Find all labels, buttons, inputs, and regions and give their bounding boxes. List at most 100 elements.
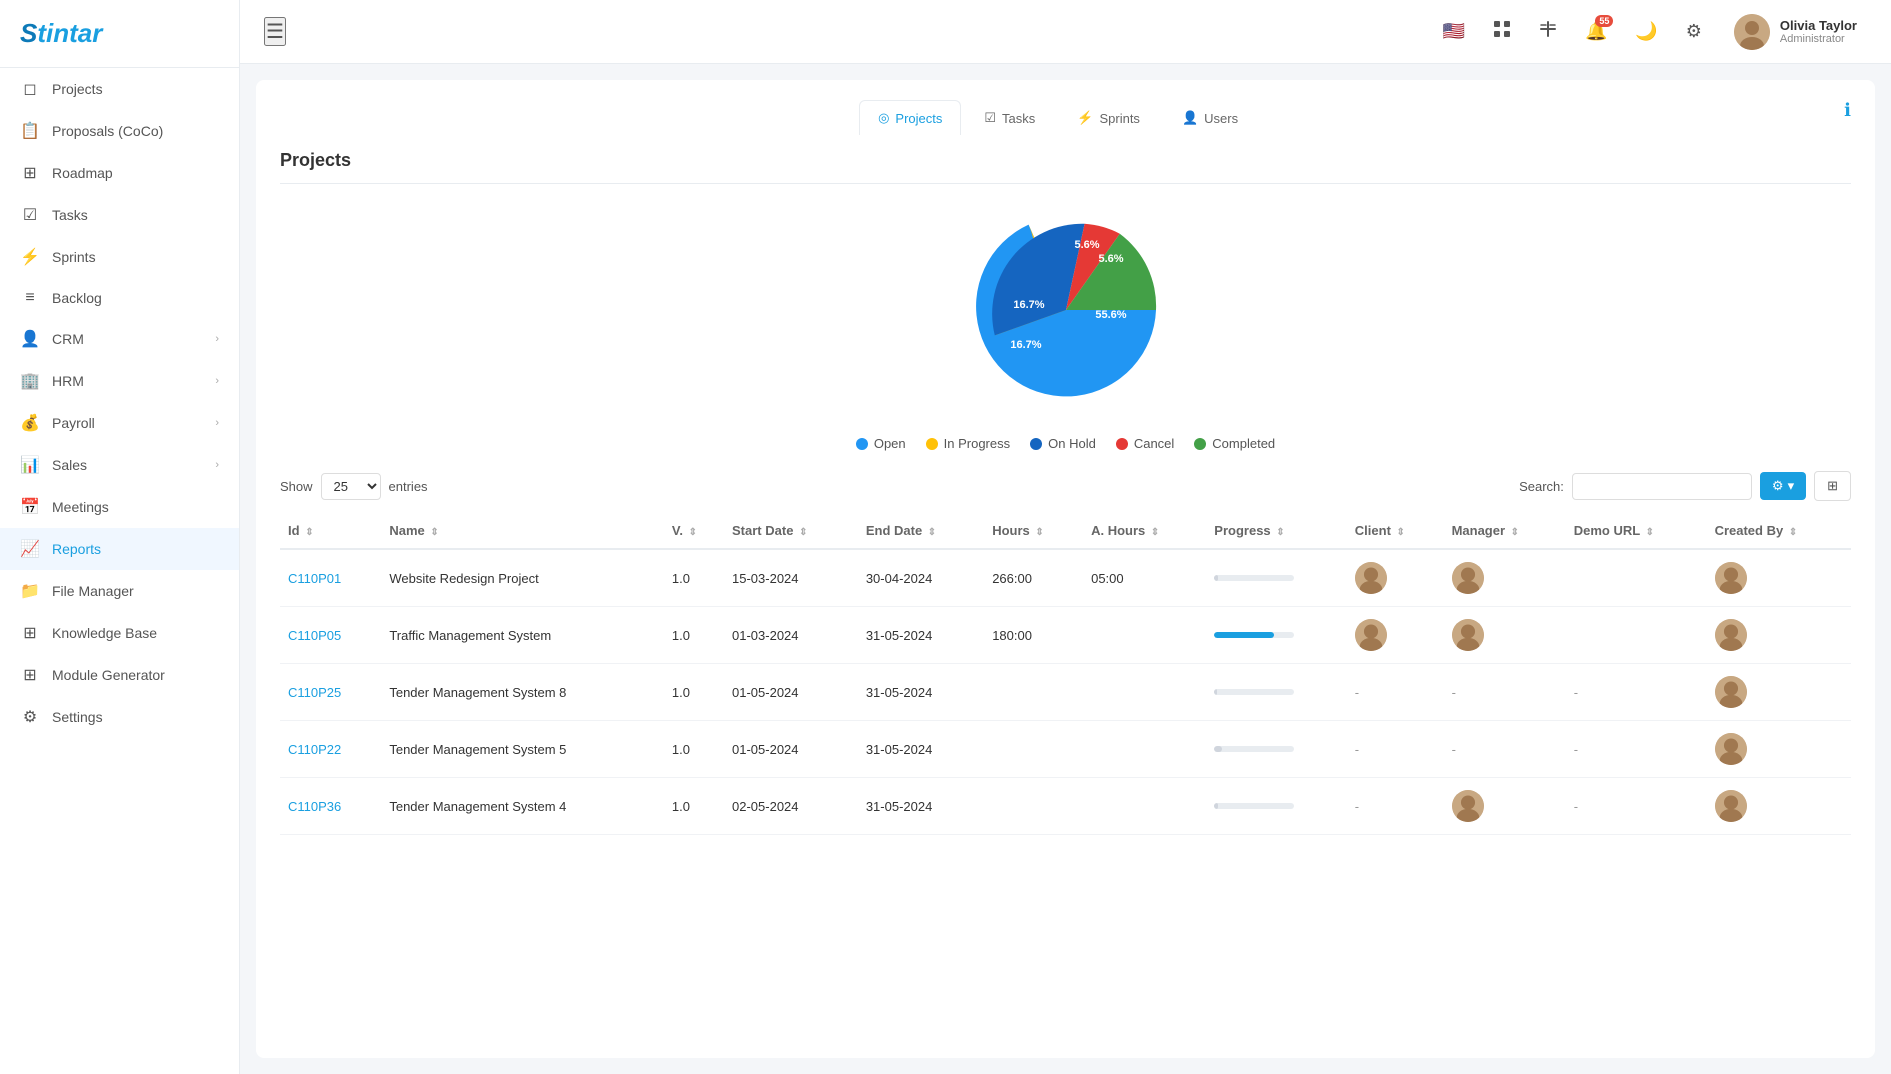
logo: Stintar (0, 0, 239, 68)
sidebar-item-meetings[interactable]: 📅 Meetings (0, 486, 239, 528)
sidebar-item-crm[interactable]: 👤 CRM › (0, 318, 239, 360)
user-profile[interactable]: Olivia Taylor Administrator (1724, 8, 1867, 56)
sort-start-icon: ⇕ (799, 527, 807, 538)
avatar (1734, 14, 1770, 50)
search-input[interactable] (1572, 473, 1752, 500)
tabs-container: ◎ Projects ☑ Tasks ⚡ Sprints 👤 Users (280, 100, 1836, 134)
created-by-avatar (1715, 790, 1747, 822)
sidebar-item-payroll[interactable]: 💰 Payroll › (0, 402, 239, 444)
sidebar-item-sprints[interactable]: ⚡ Sprints (0, 236, 239, 278)
tab-sprints[interactable]: ⚡ Sprints (1058, 100, 1159, 135)
proposals-icon: 📋 (20, 121, 40, 141)
table-controls: Show 25 50 100 entries Search: ⚙ ▾ ⊞ (280, 471, 1851, 501)
crm-chevron: › (215, 333, 219, 345)
manager-avatar (1452, 619, 1484, 651)
tab-users[interactable]: 👤 Users (1163, 100, 1257, 135)
col-manager[interactable]: Manager ⇕ (1444, 513, 1566, 549)
created-by-avatar (1715, 733, 1747, 765)
table-row: C110P01 Website Redesign Project 1.0 15-… (280, 549, 1851, 607)
cell-hours (984, 664, 1083, 721)
apps-icon[interactable] (1487, 14, 1517, 49)
col-a-hours[interactable]: A. Hours ⇕ (1083, 513, 1206, 549)
hrm-icon: 🏢 (20, 371, 40, 391)
col-hours[interactable]: Hours ⇕ (984, 513, 1083, 549)
legend-cancel: Cancel (1116, 436, 1174, 451)
legend-dot-in-progress (926, 438, 938, 450)
sidebar-item-file-manager[interactable]: 📁 File Manager (0, 570, 239, 612)
sidebar-item-projects[interactable]: ◻ Projects (0, 68, 239, 110)
filter-button[interactable]: ⚙ ▾ (1760, 472, 1806, 500)
sidebar-item-knowledge-base[interactable]: ⊞ Knowledge Base (0, 612, 239, 654)
cell-progress (1206, 607, 1346, 664)
cell-id: C110P22 (280, 721, 381, 778)
legend-completed: Completed (1194, 436, 1275, 451)
sidebar-item-module-generator[interactable]: ⊞ Module Generator (0, 654, 239, 696)
language-selector[interactable]: 🇺🇸 (1437, 15, 1471, 48)
tab-users-icon: 👤 (1182, 110, 1198, 126)
progress-bar-container (1214, 632, 1294, 638)
cell-created-by (1707, 721, 1851, 778)
project-id-link[interactable]: C110P22 (288, 742, 341, 757)
col-created-by[interactable]: Created By ⇕ (1707, 513, 1851, 549)
show-entries-select[interactable]: 25 50 100 (321, 473, 381, 500)
chart-container: 55.6% 16.7% 16.7% 5.6% 5.6% Open In Prog… (280, 200, 1851, 451)
add-icon[interactable] (1533, 14, 1563, 49)
export-button[interactable]: ⊞ (1814, 471, 1851, 501)
sidebar-nav: ◻ Projects 📋 Proposals (CoCo) ⊞ Roadmap … (0, 68, 239, 738)
cell-hours (984, 778, 1083, 835)
notifications-icon[interactable]: 🔔 55 (1579, 15, 1613, 48)
sidebar-item-backlog[interactable]: ≡ Backlog (0, 278, 239, 318)
cell-ahours (1083, 664, 1206, 721)
legend-on-hold: On Hold (1030, 436, 1096, 451)
col-progress[interactable]: Progress ⇕ (1206, 513, 1346, 549)
tab-projects[interactable]: ◎ Projects (859, 100, 961, 135)
col-demo-url[interactable]: Demo URL ⇕ (1566, 513, 1707, 549)
settings-gear-icon[interactable]: ⚙ (1680, 15, 1708, 48)
client-dash: - (1355, 685, 1359, 700)
cell-hours: 266:00 (984, 549, 1083, 607)
legend-dot-on-hold (1030, 438, 1042, 450)
logo-text: Stintar (20, 18, 219, 49)
col-version[interactable]: V. ⇕ (664, 513, 724, 549)
sidebar-item-sales[interactable]: 📊 Sales › (0, 444, 239, 486)
project-id-link[interactable]: C110P25 (288, 685, 341, 700)
cell-end: 31-05-2024 (858, 721, 984, 778)
col-end-date[interactable]: End Date ⇕ (858, 513, 984, 549)
info-icon[interactable]: ℹ (1844, 100, 1851, 121)
col-start-date[interactable]: Start Date ⇕ (724, 513, 858, 549)
sidebar-item-reports[interactable]: 📈 Reports (0, 528, 239, 570)
col-name[interactable]: Name ⇕ (381, 513, 664, 549)
project-id-link[interactable]: C110P36 (288, 799, 341, 814)
progress-bar (1214, 746, 1222, 752)
table-row: C110P36 Tender Management System 4 1.0 0… (280, 778, 1851, 835)
progress-bar (1214, 689, 1216, 695)
cell-progress (1206, 664, 1346, 721)
tab-tasks[interactable]: ☑ Tasks (965, 100, 1054, 135)
sort-created-icon: ⇕ (1789, 527, 1797, 538)
cell-demo-url: - (1566, 664, 1707, 721)
content-area: ◎ Projects ☑ Tasks ⚡ Sprints 👤 Users (240, 64, 1891, 1074)
sidebar-item-roadmap[interactable]: ⊞ Roadmap (0, 152, 239, 194)
sidebar-item-settings[interactable]: ⚙ Settings (0, 696, 239, 738)
project-id-link[interactable]: C110P01 (288, 571, 341, 586)
sort-ahours-icon: ⇕ (1151, 527, 1159, 538)
project-id-link[interactable]: C110P05 (288, 628, 341, 643)
cell-ahours (1083, 607, 1206, 664)
legend-open: Open (856, 436, 906, 451)
hamburger-button[interactable]: ☰ (264, 17, 286, 46)
cell-progress (1206, 549, 1346, 607)
col-id[interactable]: Id ⇕ (280, 513, 381, 549)
sidebar-item-proposals[interactable]: 📋 Proposals (CoCo) (0, 110, 239, 152)
progress-bar-container (1214, 689, 1294, 695)
cell-ahours: 05:00 (1083, 549, 1206, 607)
reports-icon: 📈 (20, 539, 40, 559)
dark-mode-icon[interactable]: 🌙 (1629, 15, 1663, 48)
tab-sprints-icon: ⚡ (1077, 110, 1093, 126)
sidebar-item-hrm[interactable]: 🏢 HRM › (0, 360, 239, 402)
cell-ahours (1083, 721, 1206, 778)
col-client[interactable]: Client ⇕ (1347, 513, 1444, 549)
cell-id: C110P05 (280, 607, 381, 664)
progress-bar (1214, 803, 1218, 809)
sidebar-item-tasks[interactable]: ☑ Tasks (0, 194, 239, 236)
meetings-icon: 📅 (20, 497, 40, 517)
